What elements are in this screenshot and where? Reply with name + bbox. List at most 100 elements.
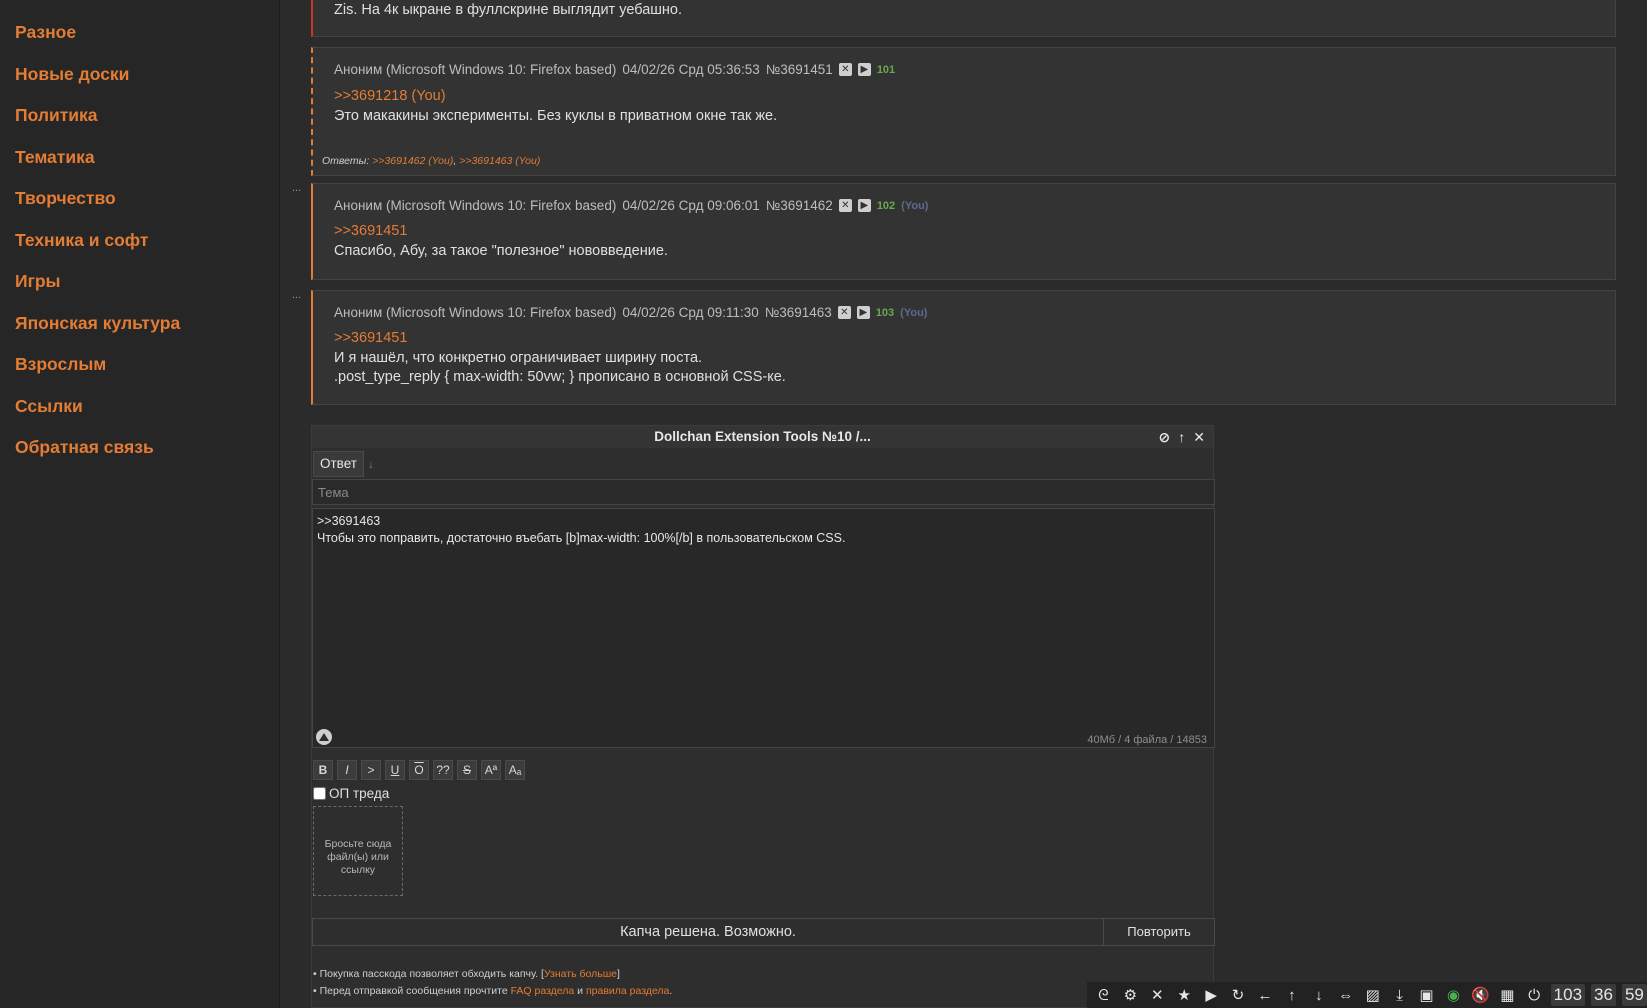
- expand-post-icon[interactable]: ▶: [856, 306, 870, 319]
- superscript-button[interactable]: Aª: [481, 760, 501, 780]
- quote-button[interactable]: >: [361, 760, 381, 780]
- sidebar-item-thematic[interactable]: Тематика: [0, 137, 279, 179]
- quote-link[interactable]: >>3691451: [334, 222, 668, 242]
- posts-counter: 103: [1550, 984, 1586, 1006]
- strike-button[interactable]: S: [457, 760, 477, 780]
- post-content: >>3691451 Спасибо, Абу, за такое "полезн…: [334, 222, 668, 261]
- form-title: Dollchan Extension Tools №10 /...: [654, 429, 871, 444]
- save-icon[interactable]: ▣: [1416, 985, 1437, 1006]
- post-3691463: Аноним (Microsoft Windows 10: Firefox ba…: [311, 290, 1616, 405]
- refresh-icon[interactable]: ↻: [1228, 985, 1249, 1006]
- post-menu-dots[interactable]: ...: [292, 289, 301, 301]
- upload-limits: 40Мб / 4 файла / 14853: [1087, 734, 1207, 746]
- op-checkbox[interactable]: [313, 787, 326, 800]
- expand-post-icon[interactable]: ▶: [857, 63, 871, 76]
- expand-post-icon[interactable]: ▶: [857, 199, 871, 212]
- arrow-down-icon[interactable]: ↓: [1308, 985, 1329, 1006]
- post-header: Аноним (Microsoft Windows 10: Firefox ba…: [334, 198, 928, 213]
- post-menu-dots[interactable]: ...: [292, 182, 301, 194]
- quote-link[interactable]: >>3691218 (You): [334, 87, 777, 107]
- power-icon[interactable]: ⏻: [1524, 985, 1545, 1006]
- star-icon[interactable]: ★: [1174, 985, 1195, 1006]
- thread-area: Zis. На 4к ыкране в фуллскрине выглядит …: [280, 0, 1647, 1008]
- post-id[interactable]: №3691462: [766, 198, 833, 213]
- sidebar-item-links[interactable]: Ссылки: [0, 386, 279, 428]
- captcha-retry-button[interactable]: Повторить: [1104, 919, 1214, 945]
- post-author: Аноним (Microsoft Windows 10: Firefox ba…: [334, 198, 617, 213]
- close-icon[interactable]: ✕: [1193, 426, 1205, 448]
- post-header: Аноним (Microsoft Windows 10: Firefox ba…: [334, 62, 895, 77]
- post-content: >>3691451 И я нашёл, что конкретно огран…: [334, 329, 786, 388]
- sidebar-item-misc[interactable]: Разное: [0, 12, 279, 54]
- form-title-bar[interactable]: Dollchan Extension Tools №10 /... ⊘ ↑ ✕: [312, 426, 1213, 448]
- underline-button[interactable]: U: [385, 760, 405, 780]
- sidebar-item-tech[interactable]: Техника и софт: [0, 220, 279, 262]
- message-textarea[interactable]: [312, 508, 1215, 748]
- you-tag: (You): [900, 306, 928, 319]
- replies-list: Ответы: >>3691462 (You), >>3691463 (You): [322, 155, 540, 167]
- expand-width-icon[interactable]: ⇔: [1335, 985, 1356, 1006]
- form-title-controls: ⊘ ↑ ✕: [1159, 426, 1205, 448]
- mute-icon[interactable]: 🔇: [1470, 985, 1491, 1006]
- arrow-up-icon[interactable]: ↑: [1281, 985, 1302, 1006]
- arrow-left-icon[interactable]: ←: [1255, 985, 1276, 1006]
- hide-post-icon[interactable]: ✕: [838, 199, 852, 212]
- arrow-down-icon[interactable]: ↓: [368, 457, 374, 471]
- sidebar-item-games[interactable]: Игры: [0, 261, 279, 303]
- download-icon[interactable]: ⤓: [1389, 985, 1410, 1006]
- subscript-button[interactable]: Aₐ: [505, 760, 525, 780]
- sidebar-item-creativity[interactable]: Творчество: [0, 178, 279, 220]
- hide-post-icon[interactable]: ✕: [838, 63, 852, 76]
- dollchan-logo-icon[interactable]: ᘓ: [1093, 985, 1114, 1006]
- post-id[interactable]: №3691451: [766, 62, 833, 77]
- post-date: 04/02/26 Срд 09:06:01: [622, 198, 760, 213]
- quote-link[interactable]: >>3691451: [334, 329, 786, 349]
- overline-button[interactable]: O: [409, 760, 429, 780]
- post-id[interactable]: №3691463: [765, 305, 832, 320]
- sage-icon[interactable]: [315, 728, 333, 746]
- you-tag: (You): [901, 199, 929, 212]
- cancel-icon[interactable]: ⊘: [1159, 426, 1171, 448]
- post-number: 103: [875, 306, 895, 319]
- sidebar-item-japanese[interactable]: Японская культура: [0, 303, 279, 345]
- sidebar-item-politics[interactable]: Политика: [0, 95, 279, 137]
- post-header: Аноним (Microsoft Windows 10: Firefox ba…: [334, 305, 927, 320]
- passcode-note: • Покупка пасскода позволяет обходить ка…: [313, 968, 620, 980]
- subject-input[interactable]: [312, 479, 1215, 505]
- play-icon[interactable]: ▶: [1201, 985, 1222, 1006]
- post-date: 04/02/26 Срд 09:11:30: [622, 305, 759, 320]
- captcha-row: Капча решена. Возможно. Повторить: [312, 918, 1215, 946]
- faq-link[interactable]: FAQ раздела: [511, 985, 575, 997]
- italic-button[interactable]: I: [337, 760, 357, 780]
- markup-toolbar: B I > U O ?? S Aª Aₐ: [313, 760, 525, 780]
- post-3691462: Аноним (Microsoft Windows 10: Firefox ba…: [311, 183, 1616, 280]
- post-content: >>3691218 (You) Это макакины эксперимент…: [334, 87, 777, 126]
- op-checkbox-row[interactable]: ОП треда: [313, 786, 389, 801]
- eye-icon[interactable]: ◉: [1443, 985, 1464, 1006]
- grid-icon[interactable]: ▦: [1497, 985, 1518, 1006]
- note-text: и: [574, 985, 586, 997]
- rules-link[interactable]: правила раздела: [586, 985, 669, 997]
- sidebar-item-feedback[interactable]: Обратная связь: [0, 427, 279, 469]
- image-toggle-icon[interactable]: ▨: [1362, 985, 1383, 1006]
- close-icon[interactable]: ✕: [1147, 985, 1168, 1006]
- post-text-line: И я нашёл, что конкретно ограничивает ши…: [334, 349, 703, 366]
- sidebar-item-adults[interactable]: Взрослым: [0, 344, 279, 386]
- reply-separator: ,: [453, 155, 457, 167]
- arrow-up-icon[interactable]: ↑: [1178, 426, 1185, 448]
- reply-link[interactable]: >>3691462 (You): [372, 155, 453, 167]
- post-date: 04/02/26 Срд 05:36:53: [622, 62, 760, 77]
- reply-link[interactable]: >>3691463 (You): [459, 155, 540, 167]
- post-text: Zis. На 4к ыкране в фуллскрине выглядит …: [334, 2, 682, 18]
- files-counter: 36: [1591, 984, 1616, 1006]
- bold-button[interactable]: B: [313, 760, 333, 780]
- sidebar: Разное Новые доски Политика Тематика Тво…: [0, 0, 280, 1008]
- tab-reply[interactable]: Ответ: [313, 451, 364, 477]
- sidebar-item-new-boards[interactable]: Новые доски: [0, 54, 279, 96]
- learn-more-link[interactable]: Узнать больше: [544, 968, 617, 980]
- hide-post-icon[interactable]: ✕: [837, 306, 851, 319]
- file-drop-zone[interactable]: Бросьте сюда файл(ы) или ссылку: [313, 806, 403, 896]
- spoiler-button[interactable]: ??: [433, 760, 453, 780]
- gear-icon[interactable]: ⚙: [1120, 985, 1141, 1006]
- post-text: Это макакины эксперименты. Без куклы в п…: [334, 107, 778, 124]
